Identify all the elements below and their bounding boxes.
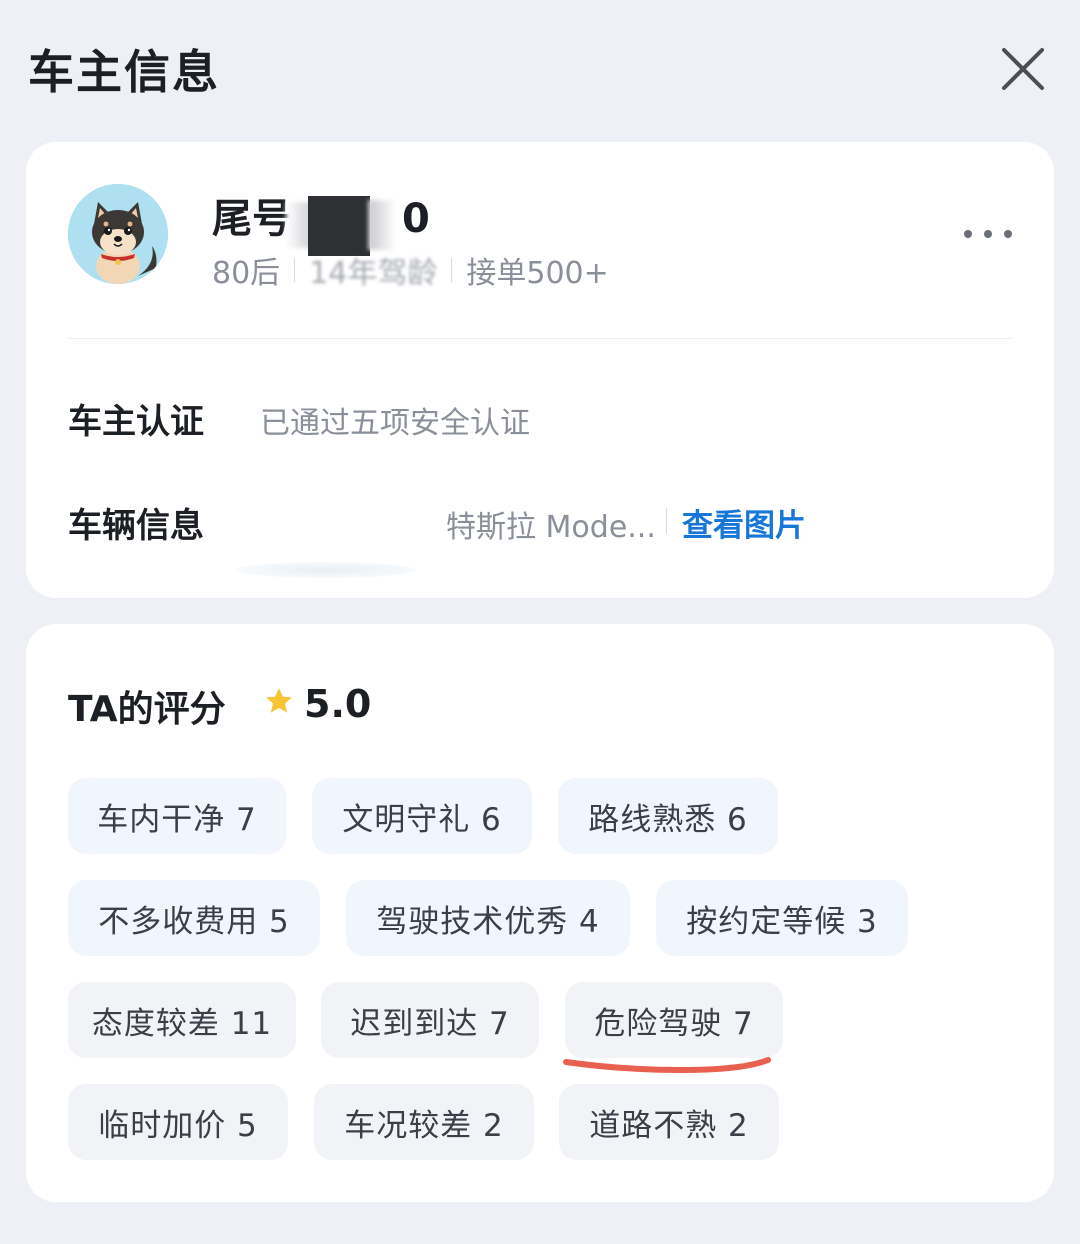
vehicle-value: 特斯拉 Mode...	[446, 510, 656, 545]
positive-tag[interactable]: 车内干净 7	[68, 778, 286, 854]
meta-separator	[451, 258, 453, 282]
positive-tag[interactable]: 按约定等候 3	[656, 880, 908, 956]
negative-tag[interactable]: 道路不熟 2	[559, 1084, 779, 1160]
negative-tag[interactable]: 态度较差 11	[68, 982, 296, 1058]
red-underline-annotation	[563, 1057, 771, 1074]
divider	[68, 338, 1012, 339]
positive-tag[interactable]: 驾驶技术优秀 4	[346, 880, 630, 956]
meta-separator	[294, 258, 296, 282]
positive-tag[interactable]: 文明守礼 6	[312, 778, 532, 854]
certification-value: 已通过五项安全认证	[260, 406, 530, 441]
driver-name-prefix: 尾号	[212, 196, 292, 242]
vehicle-label: 车辆信息	[68, 506, 204, 546]
shiba-dog-avatar-icon	[68, 184, 168, 284]
negative-tag[interactable]: 临时加价 5	[68, 1084, 288, 1160]
driver-meta: 80后 14年驾龄 接单500+	[212, 248, 609, 292]
driver-profile-card: 尾号 0 80后 14年驾龄 接单500+ 车主认证 已通过五项安全认证 车辆信息…	[26, 142, 1054, 598]
driver-age-group: 80后	[212, 256, 281, 291]
more-icon[interactable]	[964, 224, 1012, 244]
rating-score: 5.0	[304, 682, 372, 726]
page-header: 车主信息	[0, 0, 1080, 140]
view-photos-link[interactable]: 查看图片	[682, 500, 806, 545]
driver-name-suffix: 0	[402, 196, 430, 242]
driver-driving-years: 14年驾龄	[309, 256, 438, 291]
positive-tag[interactable]: 不多收费用 5	[68, 880, 320, 956]
negative-tag[interactable]: 车况较差 2	[314, 1084, 534, 1160]
positive-tag[interactable]: 路线熟悉 6	[558, 778, 778, 854]
star-icon	[264, 686, 294, 716]
rating-title: TA的评分	[68, 689, 226, 730]
close-icon[interactable]	[996, 42, 1050, 96]
rating-card: TA的评分 5.0 车内干净 7 文明守礼 6 路线熟悉 6 不多收费用 5 驾…	[26, 624, 1054, 1202]
vehicle-separator	[666, 508, 667, 534]
page-title: 车主信息	[28, 45, 220, 99]
vehicle-image-shadow	[236, 562, 416, 578]
driver-orders: 接单500+	[466, 256, 609, 291]
certification-label: 车主认证	[68, 402, 204, 442]
negative-tag[interactable]: 迟到到达 7	[321, 982, 539, 1058]
